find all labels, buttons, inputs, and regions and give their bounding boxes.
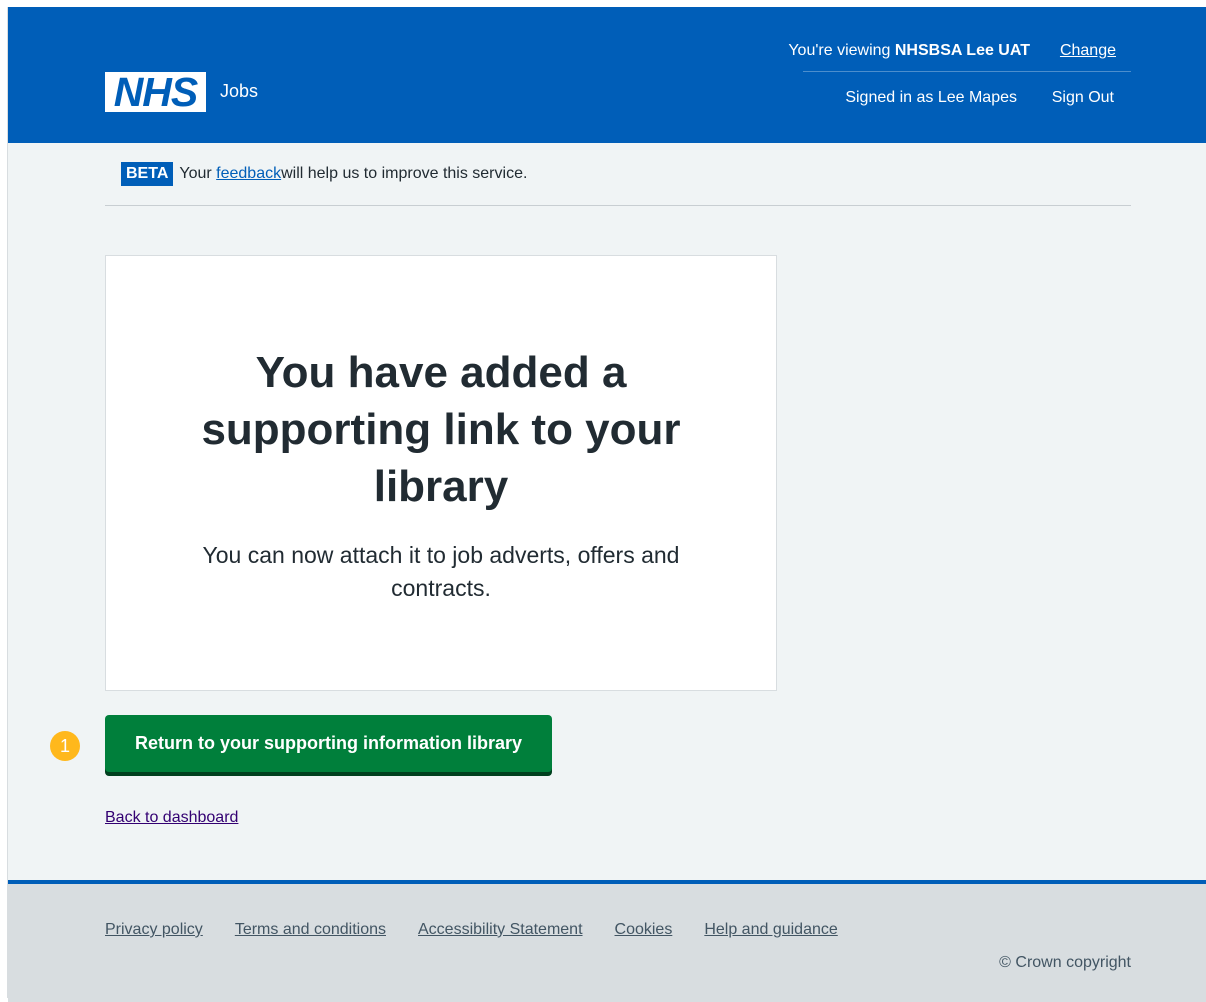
confirmation-body: You can now attach it to job adverts, of…: [202, 542, 680, 601]
step-badge: 1: [50, 731, 80, 761]
footer-link-privacy[interactable]: Privacy policy: [105, 921, 203, 939]
page-frame: NHS Jobs You're viewing NHSBSA Lee UAT C…: [7, 7, 1206, 1002]
feedback-link[interactable]: feedback: [216, 165, 281, 183]
change-organisation-link[interactable]: Change: [1060, 42, 1116, 60]
return-to-library-button[interactable]: Return to your supporting information li…: [105, 715, 552, 772]
beta-tag: BETA: [121, 162, 174, 186]
beta-text-after: will help us to improve this service.: [281, 165, 528, 182]
footer-link-help[interactable]: Help and guidance: [704, 921, 837, 939]
header-divider: [803, 71, 1131, 72]
beta-text-before: Your: [179, 165, 212, 182]
viewing-organisation: You're viewing NHSBSA Lee UAT: [788, 42, 1030, 60]
beta-banner: BETA Your feedback will help us to impro…: [121, 162, 527, 186]
signed-in-status: Signed in as Lee Mapes: [845, 89, 1017, 106]
nhs-logo[interactable]: NHS: [105, 72, 206, 113]
footer-link-cookies[interactable]: Cookies: [615, 921, 673, 939]
service-name[interactable]: Jobs: [220, 81, 258, 102]
footer-links: Privacy policy Terms and conditions Acce…: [105, 921, 870, 939]
confirmation-title: You have added a supporting link to your…: [201, 348, 681, 511]
footer-link-terms[interactable]: Terms and conditions: [235, 921, 386, 939]
beta-divider: [105, 205, 1131, 206]
confirmation-panel: You have added a supporting link to your…: [105, 255, 777, 691]
site-header: NHS Jobs You're viewing NHSBSA Lee UAT C…: [8, 7, 1206, 143]
copyright-text: © Crown copyright: [999, 954, 1131, 971]
site-footer: Privacy policy Terms and conditions Acce…: [8, 880, 1206, 1002]
sign-out-link[interactable]: Sign Out: [1052, 89, 1114, 107]
viewing-org-name: NHSBSA Lee UAT: [894, 42, 1030, 59]
back-to-dashboard-link[interactable]: Back to dashboard: [105, 809, 238, 827]
footer-link-accessibility[interactable]: Accessibility Statement: [418, 921, 583, 939]
viewing-prefix: You're viewing: [788, 42, 895, 59]
